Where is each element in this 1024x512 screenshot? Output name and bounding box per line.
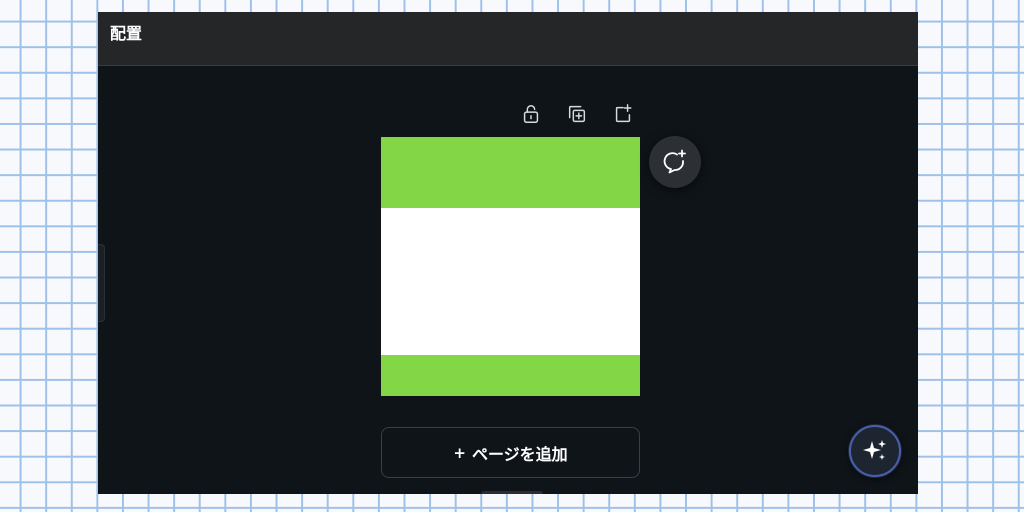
- plus-icon: +: [453, 443, 466, 462]
- green-band-bottom: [381, 355, 640, 396]
- add-page-button[interactable]: + ページを追加: [381, 427, 640, 478]
- duplicate-page-button[interactable]: [564, 100, 590, 128]
- add-comment-button[interactable]: [649, 136, 701, 188]
- sparkle-icon: [863, 440, 886, 460]
- bottom-panel-handle[interactable]: [481, 491, 543, 494]
- ai-assistant-button[interactable]: [849, 425, 901, 477]
- add-page-icon: [615, 104, 632, 123]
- page-title: 配置: [110, 24, 143, 43]
- app-window: 配置 + ページを追加: [98, 12, 918, 494]
- unlock-icon: [523, 105, 539, 123]
- lock-page-button[interactable]: [518, 100, 544, 128]
- add-page-toolbar-button[interactable]: [610, 100, 636, 128]
- green-band-top: [381, 137, 640, 208]
- header-bar: 配置: [98, 12, 918, 66]
- duplicate-page-icon: [568, 105, 586, 123]
- add-page-label: ページを追加: [471, 444, 568, 464]
- design-page-canvas[interactable]: [381, 137, 640, 396]
- add-comment-icon: [663, 149, 686, 174]
- side-panel-handle[interactable]: [98, 244, 105, 322]
